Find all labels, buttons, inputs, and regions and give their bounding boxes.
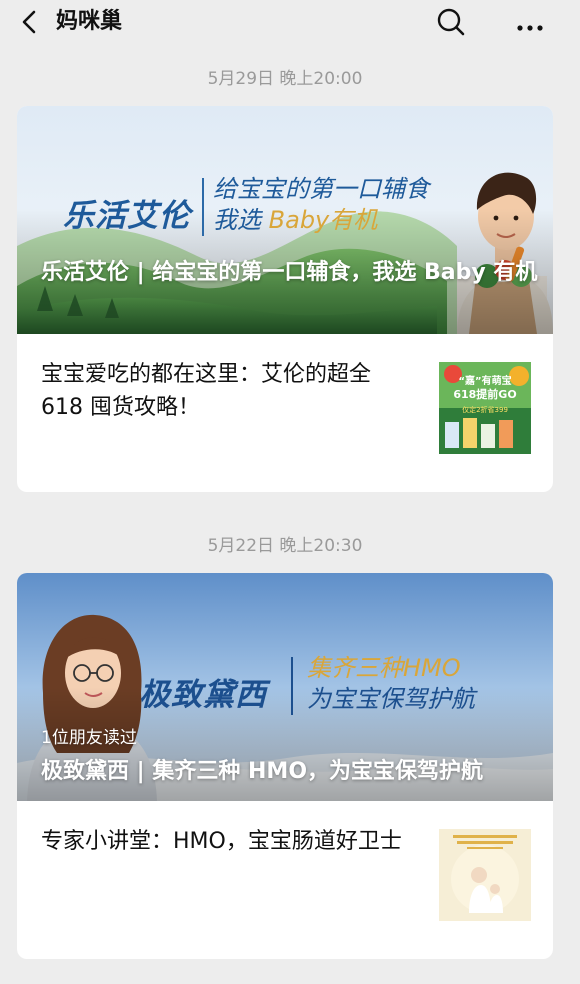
sub-article-title: 宝宝爱吃的都在这里：艾伦的超全618 囤货攻略！ (41, 362, 372, 420)
message-timestamp: 5月29日 晚上20:00 (207, 69, 363, 89)
cover-slogan: 集齐三种HMO 为宝宝保驾护航 (307, 653, 475, 715)
sub-article-title: 专家小讲堂：HMO，宝宝肠道好卫士 (41, 829, 402, 854)
sub-article-thumbnail: “嘉”有萌宝 618提前GO 仅定2折省399 (439, 362, 531, 454)
thumb-text1: “嘉”有萌宝 (458, 374, 511, 387)
cover-slogan-line1: 集齐三种HMO (307, 654, 461, 682)
more-button[interactable] (512, 8, 548, 36)
sub-article[interactable]: 宝宝爱吃的都在这里：艾伦的超全618 囤货攻略！ “嘉”有萌宝 618提前GO … (17, 334, 553, 492)
cover-brand-text: 乐活艾伦 (63, 198, 191, 234)
cover-title: 极致黛西 | 集齐三种 HMO，为宝宝保驾护航 (41, 759, 484, 784)
thumbnail-image: “嘉”有萌宝 618提前GO 仅定2折省399 (439, 362, 531, 454)
back-button[interactable] (18, 8, 42, 36)
cover-slogan-line2: 为宝宝保驾护航 (307, 685, 475, 713)
sub-article-thumbnail (439, 829, 531, 921)
sub-article[interactable]: 专家小讲堂：HMO，宝宝肠道好卫士 (17, 801, 553, 959)
article-card: 极致黛西 集齐三种HMO 为宝宝保驾护航 1位朋友读过 极致黛西 | 集齐三种 … (17, 573, 553, 959)
thumbnail-image (439, 829, 531, 921)
cover-title: 乐活艾伦 | 给宝宝的第一口辅食，我选 Baby 有机 (41, 260, 538, 285)
cover-slogan-line2: 我选 Baby有机 (213, 205, 429, 236)
cover-slogan-line2b: Baby有机 (268, 206, 378, 234)
cover-brand-text: 极致黛西 (139, 677, 267, 713)
search-button[interactable] (436, 7, 466, 37)
cover-divider (202, 178, 204, 236)
cover-article[interactable]: 乐活艾伦 给宝宝的第一口辅食 我选 Baby有机 乐活艾伦 | 给宝宝的第一口辅… (17, 106, 553, 334)
cover-slogan: 给宝宝的第一口辅食 我选 Baby有机 (213, 174, 429, 236)
cover-slogan-line2a: 我选 (213, 206, 269, 234)
more-icon (517, 25, 543, 31)
thumb-text3: 仅定2折省399 (462, 405, 508, 414)
cover-divider (291, 657, 293, 715)
message-timestamp: 5月22日 晚上20:30 (207, 536, 363, 556)
thumb-text2: 618提前GO (453, 387, 516, 401)
account-title: 妈咪巢 (56, 9, 123, 34)
search-icon (437, 8, 465, 36)
cover-article[interactable]: 极致黛西 集齐三种HMO 为宝宝保驾护航 1位朋友读过 极致黛西 | 集齐三种 … (17, 573, 553, 801)
chevron-left-icon (22, 10, 36, 34)
top-bar: 妈咪巢 (0, 0, 580, 50)
cover-slogan-line1: 给宝宝的第一口辅食 (213, 175, 429, 203)
article-card: 乐活艾伦 给宝宝的第一口辅食 我选 Baby有机 乐活艾伦 | 给宝宝的第一口辅… (17, 106, 553, 492)
friends-read-label: 1位朋友读过 (41, 728, 137, 748)
